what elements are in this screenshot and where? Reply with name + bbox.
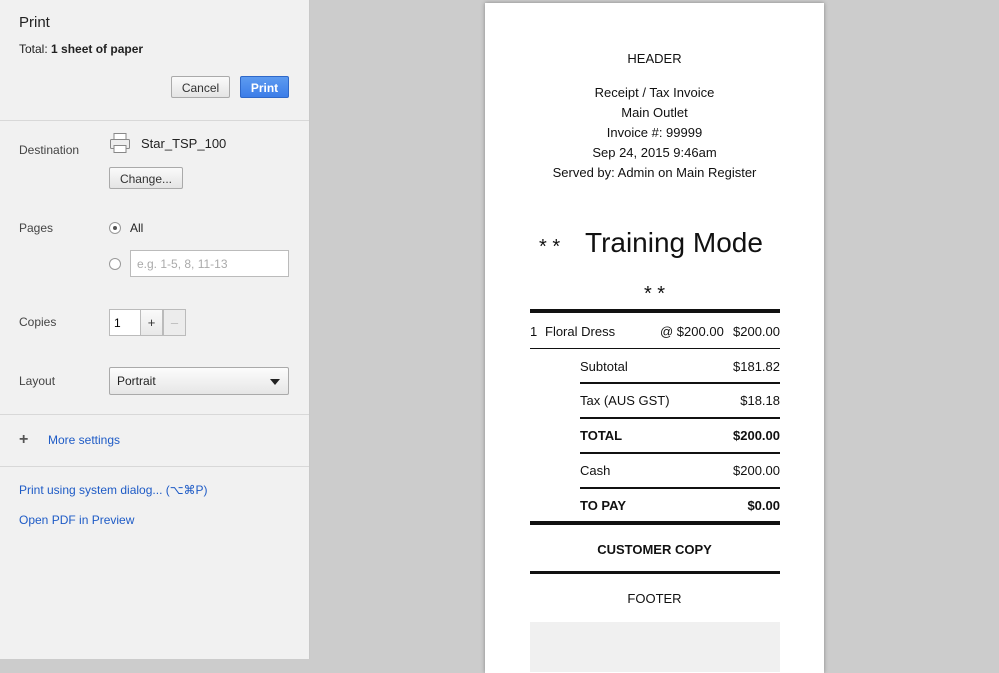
receipt-heading-line: Receipt / Tax Invoice [594,85,715,100]
open-pdf-link[interactable]: Open PDF in Preview [19,513,134,527]
print-button[interactable]: Print [240,76,289,98]
receipt-heading-line: Invoice #: 99999 [606,125,703,140]
layout-label: Layout [19,374,56,388]
pages-label: Pages [19,221,54,235]
to-pay-value: $0.00 [747,498,780,513]
receipt-header: HEADER [627,51,682,66]
system-dialog-link[interactable]: Print using system dialog... (⌥⌘P) [19,483,208,497]
layout-select[interactable]: Portrait [109,367,289,395]
training-prefix: * * [539,236,561,258]
separator [580,452,780,454]
divider [0,414,309,415]
more-settings-toggle[interactable]: + More settings [19,431,120,449]
layout-selected-value: Portrait [117,374,156,388]
plus-icon: + [19,431,29,448]
pages-custom-radio[interactable] [109,258,121,270]
chevron-down-icon [270,379,280,385]
separator-thick [530,309,780,313]
receipt-heading-line: Sep 24, 2015 9:46am [592,145,717,160]
receipt-footer: FOOTER [627,591,682,606]
cash-value: $200.00 [733,463,780,478]
receipt-heading-line: Main Outlet [621,105,688,120]
receipt-heading-line: Served by: Admin on Main Register [552,165,757,180]
pages-all-radio[interactable] [109,222,121,234]
training-mode-title: Training Mode [585,227,763,258]
total-label: TOTAL [580,428,623,443]
line-item-unit-price: @ $200.00 [660,324,724,339]
printer-name: Star_TSP_100 [141,136,227,151]
sheet-total: Total: 1 sheet of paper [19,42,143,56]
line-item-total: $200.00 [733,324,780,339]
customer-copy-label: CUSTOMER COPY [597,542,712,557]
copies-input[interactable] [109,309,141,336]
copies-label: Copies [19,315,57,329]
training-suffix: * * [643,283,666,305]
divider [0,466,309,467]
cancel-button[interactable]: Cancel [171,76,230,98]
pages-all-label: All [130,221,144,235]
print-settings-sidebar: Print Total: 1 sheet of paper Cancel Pri… [0,0,310,659]
destination-label: Destination [19,143,80,157]
subtotal-label: Subtotal [580,359,628,374]
cash-label: Cash [580,463,611,478]
dialog-title: Print [19,14,50,31]
printer-icon [109,132,131,154]
tax-label: Tax (AUS GST) [580,393,670,408]
more-settings-label: More settings [48,433,121,447]
total-prefix: Total: [19,42,48,56]
copies-increment-button[interactable]: + [140,309,163,336]
subtotal-value: $181.82 [733,359,780,374]
total-value: 1 sheet of paper [51,42,144,56]
tax-value: $18.18 [740,393,780,408]
line-item-qty: 1 [530,324,538,339]
change-destination-button[interactable]: Change... [109,167,183,189]
copies-decrement-button[interactable]: – [163,309,186,336]
separator [580,417,780,419]
separator [530,348,780,349]
separator-thick [530,571,780,574]
to-pay-label: TO PAY [580,498,627,513]
receipt-page: HEADER Receipt / Tax Invoice Main Outlet… [485,3,824,673]
line-item-name: Floral Dress [545,324,616,339]
separator-thick [530,521,780,525]
divider [0,120,309,121]
separator [580,382,780,384]
separator [580,487,780,489]
receipt-footer-block [530,622,780,672]
total-value: $200.00 [733,428,780,443]
pages-range-input[interactable] [130,250,289,277]
